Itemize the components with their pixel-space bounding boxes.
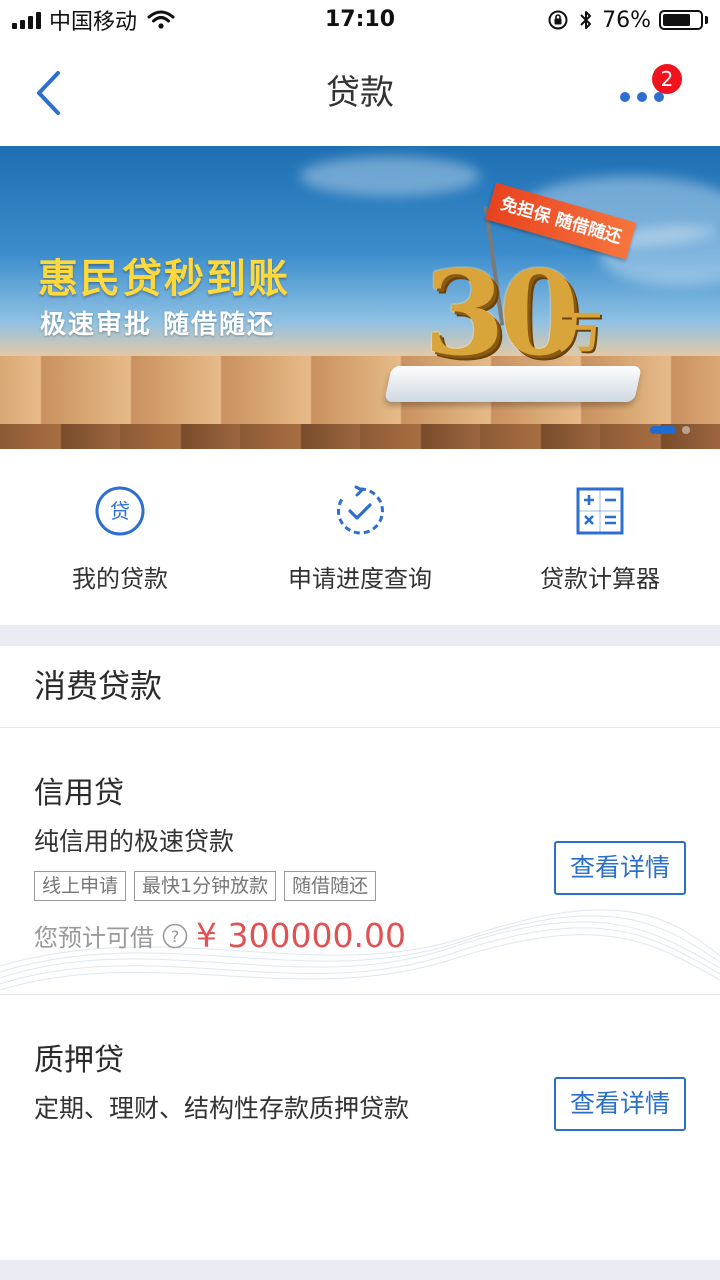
progress-check-icon [336,485,384,535]
notification-badge: 2 [652,64,682,94]
bluetooth-icon [580,11,592,29]
signal-icon [12,11,41,29]
status-bar: 中国移动 17:10 76% [0,0,720,40]
help-icon[interactable]: ? [162,923,188,949]
banner-amount-number: 30 [424,246,579,382]
orientation-lock-icon [548,10,568,30]
loan-coin-icon: 贷 [95,486,145,536]
section-header: 消费贷款 [0,646,720,728]
wifi-icon [147,10,175,29]
svg-text:?: ? [171,927,180,946]
promo-banner[interactable]: 惠民贷秒到账 极速审批 随借随还 免担保 随借随还 30 万 [0,146,720,449]
quick-action-calculator[interactable]: 贷款计算器 [480,449,720,625]
product-tag: 最快1分钟放款 [134,871,277,901]
svg-text:贷: 贷 [110,499,130,523]
back-button[interactable] [24,68,74,118]
quick-action-progress[interactable]: 申请进度查询 [240,449,480,625]
estimate-row: 您预计可借 ? ¥ 300000.00 [34,916,406,955]
more-button[interactable]: 2 [620,64,682,116]
carrier-name: 中国移动 [49,10,138,35]
product-title: 信用贷 [34,776,124,811]
calculator-icon [576,487,624,535]
banner-title: 惠民贷秒到账 [38,256,290,302]
carousel-dot [682,426,690,434]
product-tags: 线上申请 最快1分钟放款 随借随还 [34,871,377,901]
product-tag: 线上申请 [34,871,127,901]
consumer-loans-section: 消费贷款 信用贷 纯信用的极速贷款 线上申请 最快1分钟放款 随借随还 您预计可… [0,646,720,1260]
view-details-button[interactable]: 查看详情 [554,841,686,895]
product-title: 质押贷 [34,1043,124,1078]
view-details-button[interactable]: 查看详情 [554,1077,686,1131]
quick-actions: 贷 我的贷款 申请进度查询 贷款计算器 [0,449,720,625]
quick-action-label: 申请进度查询 [288,565,432,593]
more-dots-icon [620,92,664,102]
banner-subtitle: 极速审批 随借随还 [40,310,276,340]
nav-bar: 贷款 2 [0,40,720,147]
chevron-left-icon [37,71,60,115]
battery-icon [659,10,708,30]
product-card-credit[interactable]: 信用贷 纯信用的极速贷款 线上申请 最快1分钟放款 随借随还 您预计可借 ? ¥… [0,728,720,995]
banner-amount-unit: 万 [558,307,602,358]
battery-percent: 76% [602,7,651,33]
quick-action-my-loans[interactable]: 贷 我的贷款 [0,449,240,625]
quick-action-label: 贷款计算器 [540,565,660,593]
product-description: 定期、理财、结构性存款质押贷款 [34,1094,410,1123]
page-title: 贷款 [326,73,394,113]
carousel-dot [650,426,676,434]
product-description: 纯信用的极速贷款 [34,827,235,856]
product-tag: 随借随还 [284,871,377,901]
estimate-amount: ¥ 300000.00 [196,916,406,955]
section-title: 消费贷款 [34,667,163,705]
carousel-indicator [650,426,690,434]
product-card-pledge[interactable]: 质押贷 定期、理财、结构性存款质押贷款 查看详情 [0,995,720,1260]
estimate-label: 您预计可借 [34,924,154,952]
quick-action-label: 我的贷款 [72,565,168,593]
